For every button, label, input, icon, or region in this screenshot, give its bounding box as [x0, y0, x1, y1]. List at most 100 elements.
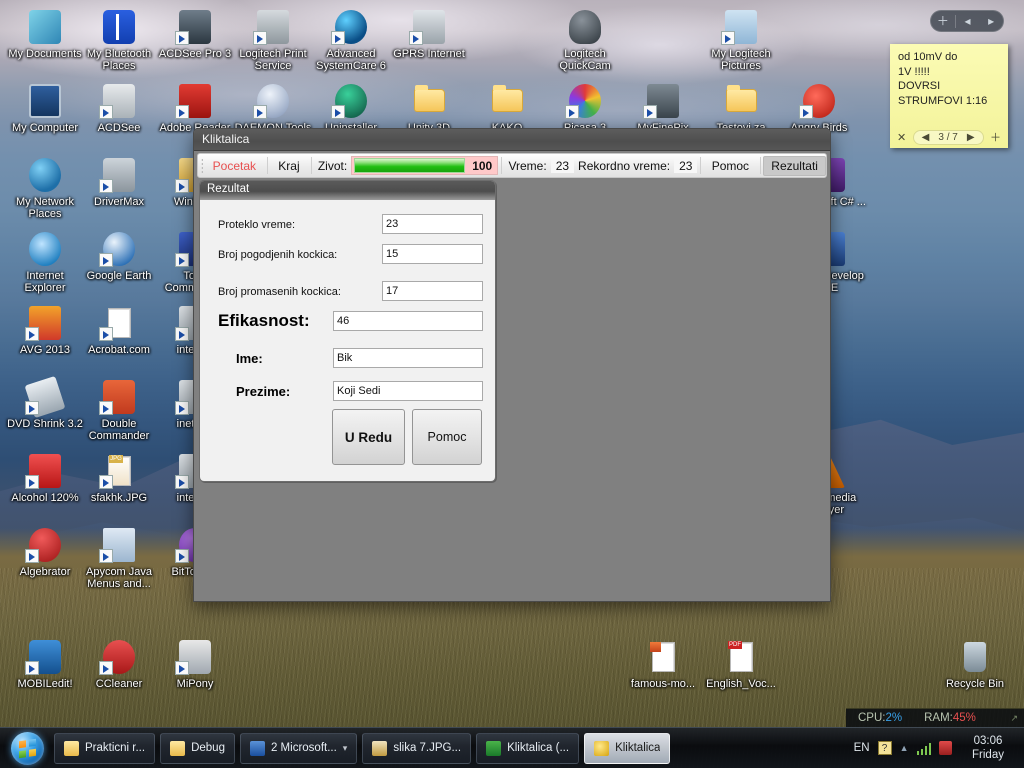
desktop-icon[interactable]: Angry Birds	[780, 82, 858, 134]
desktop-icon[interactable]: CCleaner	[80, 638, 158, 690]
desktop-icon[interactable]: AVG 2013	[6, 304, 84, 356]
window-title-bar[interactable]: Kliktalica	[194, 129, 830, 151]
desktop-icon[interactable]: Unity 3D	[390, 82, 468, 134]
last-name-field[interactable]: Koji Sedi	[333, 381, 483, 401]
shortcut-overlay-icon	[175, 105, 189, 119]
clock[interactable]: 03:06 Friday	[960, 734, 1016, 762]
help-icon[interactable]: ?	[877, 741, 892, 755]
close-icon[interactable]: ✕	[897, 131, 906, 144]
desktop-icon[interactable]: Uninstaller	[312, 82, 390, 134]
desktop-icon[interactable]: Logitech QuickCam	[546, 8, 624, 72]
elapsed-time-field[interactable]: 23	[382, 214, 483, 234]
desktop-icon[interactable]: Acrobat.com	[80, 304, 158, 356]
life-label: Zivot:	[317, 158, 348, 173]
sticky-note-line: od 10mV do	[898, 51, 958, 63]
earth-icon	[99, 230, 139, 268]
show-hidden-icons-icon[interactable]: ▲	[900, 743, 909, 753]
desktop-icon[interactable]: My Network Places	[6, 156, 84, 220]
desktop-icon[interactable]: JPG sfakhk.JPG	[80, 452, 158, 504]
shortcut-overlay-icon	[175, 401, 189, 415]
desktop-icon[interactable]: Double Commander	[80, 378, 158, 442]
gadget-prev-icon[interactable]: ◂	[956, 11, 980, 31]
desktop-icon[interactable]: Alcohol 120%	[6, 452, 84, 504]
acrobat-icon	[99, 304, 139, 342]
csharp-icon	[486, 740, 502, 756]
expand-icon[interactable]: ↗	[1010, 713, 1018, 724]
desktop-icon[interactable]: My Computer	[6, 82, 84, 134]
desktop-icon[interactable]: Logitech Print Service	[234, 8, 312, 72]
volume-icon[interactable]	[939, 741, 952, 755]
hits-label: Broj pogodjenih kockica:	[218, 249, 338, 261]
misses-field[interactable]: 17	[382, 281, 483, 301]
desktop-icon[interactable]: Recycle Bin	[936, 638, 1014, 690]
ok-button[interactable]: U Redu	[332, 409, 405, 465]
gadget-add-icon[interactable]: ＋	[931, 11, 955, 31]
desktop-icon[interactable]: MOBILedit!	[6, 638, 84, 690]
gadget-next-icon[interactable]: ▸	[979, 11, 1003, 31]
app-toolbar[interactable]: Pocetak Kraj Zivot: 100 Vreme: 23 Rekord…	[197, 153, 827, 178]
results-panel-title: Rezultat	[200, 181, 495, 200]
desktop-icon[interactable]: My Bluetooth Places	[80, 8, 158, 72]
kliktalica-window[interactable]: Kliktalica Pocetak Kraj Zivot: 100 Vreme…	[193, 128, 831, 602]
shortcut-overlay-icon	[799, 105, 813, 119]
hits-field[interactable]: 15	[382, 244, 483, 264]
desktop-icon[interactable]: ACDSee	[80, 82, 158, 134]
desktop-icon-label: ACDSee	[97, 122, 141, 134]
sticky-note-gadget[interactable]: od 10mV do 1V !!!!! DOVRSI STRUMFOVI 1:1…	[890, 44, 1008, 148]
desktop-icon[interactable]: Testovi za	[702, 82, 780, 134]
taskbar-button[interactable]: Kliktalica (...	[476, 732, 580, 764]
taskbar-button[interactable]: Debug	[160, 732, 235, 764]
taskbar-button[interactable]: 2 Microsoft... ▾	[239, 732, 358, 764]
desktop-icon[interactable]: Apycom Java Menus and...	[80, 526, 158, 590]
shortcut-overlay-icon	[721, 31, 735, 45]
help-button[interactable]: Pomoc	[704, 156, 757, 176]
desktop-icon[interactable]: Advanced SystemCare 6	[312, 8, 390, 72]
desktop-icon[interactable]: GPRS Internet	[390, 8, 468, 60]
taskbar[interactable]: Prakticni r... Debug 2 Microsoft... ▾ slika …	[0, 727, 1024, 768]
avg-icon	[25, 304, 65, 342]
desktop-icon[interactable]: My Documents	[6, 8, 84, 60]
taskbar-button[interactable]: Kliktalica	[584, 732, 671, 764]
desktop-icon[interactable]: ACDSee Pro 3	[156, 8, 234, 60]
desktop-icon-label: sfakhk.JPG	[90, 492, 148, 504]
first-name-field[interactable]: Bik	[333, 348, 483, 368]
angrybirds-icon	[799, 82, 839, 120]
desktop-icon[interactable]: famous-mo...	[624, 638, 702, 690]
desktop-icon[interactable]: Algebrator	[6, 526, 84, 578]
start-button[interactable]	[0, 729, 54, 768]
shortcut-overlay-icon	[175, 327, 189, 341]
add-note-icon[interactable]: ＋	[990, 129, 1001, 145]
desktop-icon[interactable]: MyFinePix	[624, 82, 702, 134]
desktop-icon[interactable]: DAEMON Tools	[234, 82, 312, 134]
results-button[interactable]: Rezultati	[763, 155, 826, 176]
chevron-right-icon[interactable]: ▶	[967, 132, 975, 143]
desktop-icon[interactable]: Internet Explorer	[6, 230, 84, 294]
start-button[interactable]: Pocetak	[205, 156, 264, 176]
docs-icon	[25, 8, 65, 46]
desktop-icon-label: Advanced SystemCare 6	[316, 48, 386, 72]
chevron-left-icon[interactable]: ◀	[922, 132, 930, 143]
desktop-icon[interactable]: Adobe Reader	[156, 82, 234, 134]
chevron-down-icon[interactable]: ▾	[343, 743, 348, 754]
taskbar-button[interactable]: slika 7.JPG...	[362, 732, 472, 764]
docfile-icon	[643, 638, 683, 676]
taskbar-button[interactable]: Prakticni r...	[54, 732, 156, 764]
end-button[interactable]: Kraj	[270, 156, 307, 176]
panel-help-button[interactable]: Pomoc	[412, 409, 482, 465]
gadget-toolbar[interactable]: ＋ ◂ ▸	[930, 10, 1004, 32]
desktop-icon[interactable]: DriverMax	[80, 156, 158, 208]
desktop-icon[interactable]: MiPony	[156, 638, 234, 690]
desktop-icon[interactable]: My Logitech Pictures	[702, 8, 780, 72]
desktop-icon[interactable]: DVD Shrink 3.2	[6, 375, 84, 430]
network-icon	[25, 156, 65, 194]
taskbar-button-label: Kliktalica (...	[507, 742, 570, 754]
life-value: 100	[472, 158, 493, 173]
language-indicator[interactable]: EN	[854, 742, 870, 754]
desktop-icon[interactable]: PDF English_Voc...	[702, 638, 780, 690]
desktop-icon[interactable]: Google Earth	[80, 230, 158, 282]
network-bars-icon[interactable]	[916, 742, 931, 755]
desktop-icon[interactable]: KAKO	[468, 82, 546, 134]
efficiency-field[interactable]: 46	[333, 311, 483, 331]
toolbar-grip-handle[interactable]	[201, 157, 203, 174]
desktop-icon[interactable]: Picasa 3	[546, 82, 624, 134]
